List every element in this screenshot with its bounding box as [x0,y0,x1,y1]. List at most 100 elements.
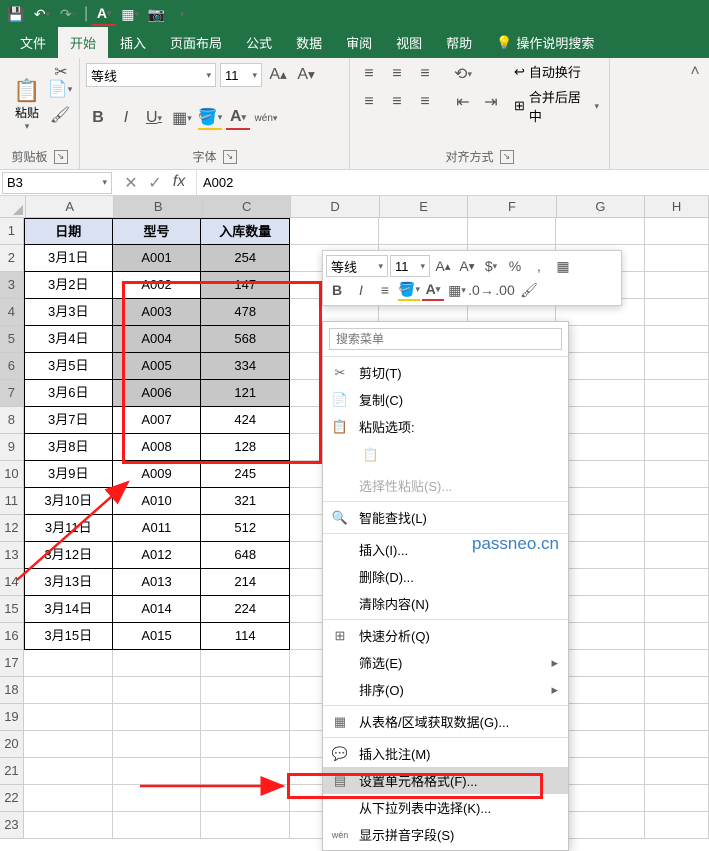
cell[interactable]: 147 [201,272,290,299]
menu-clear[interactable]: 清除内容(N) [323,590,568,617]
col-header[interactable]: E [380,196,468,218]
cell[interactable] [24,812,113,839]
row-header[interactable]: 1 [0,218,24,245]
cell[interactable] [556,785,645,812]
italic-button[interactable]: I [114,106,138,130]
mini-comma-icon[interactable]: , [528,255,550,277]
cell[interactable]: A006 [113,380,202,407]
fill-color-button[interactable]: 🪣▾ [198,106,222,130]
cell[interactable] [556,650,645,677]
row-header[interactable]: 14 [0,569,24,596]
cell[interactable] [556,758,645,785]
cell[interactable] [556,731,645,758]
row-header[interactable]: 12 [0,515,24,542]
cell[interactable] [645,812,709,839]
cell[interactable] [201,758,290,785]
cell[interactable] [645,731,709,758]
cell[interactable]: A003 [113,299,202,326]
cell[interactable]: 3月10日 [24,488,113,515]
cell[interactable]: 128 [201,434,290,461]
merge-center-button[interactable]: ⊞合并后居中▾ [510,85,603,127]
cell[interactable] [645,785,709,812]
decrease-font-icon[interactable]: A▾ [294,63,318,87]
col-header[interactable]: C [203,196,291,218]
cell[interactable] [24,650,113,677]
cell[interactable]: 121 [201,380,290,407]
cell[interactable]: 512 [201,515,290,542]
tab-help[interactable]: 帮助 [434,27,484,58]
cell[interactable] [556,812,645,839]
mini-bold-icon[interactable]: B [326,279,348,301]
cancel-icon[interactable]: ✕ [120,173,142,193]
row-header[interactable]: 17 [0,650,24,677]
cell[interactable]: 3月6日 [24,380,113,407]
cell[interactable]: 3月7日 [24,407,113,434]
row-header[interactable]: 3 [0,272,24,299]
alignment-dialog-launcher[interactable]: ↘ [500,150,514,164]
row-header[interactable]: 6 [0,353,24,380]
cell[interactable]: A001 [113,245,202,272]
align-middle-icon[interactable]: ≡ [384,62,410,86]
tab-formula[interactable]: 公式 [234,27,284,58]
cell[interactable] [556,623,645,650]
mini-format-table-icon[interactable]: ▦ [552,255,574,277]
cell[interactable] [113,758,202,785]
menu-smart-lookup[interactable]: 🔍智能查找(L) [323,504,568,531]
col-header[interactable]: A [26,196,114,218]
phonetic-guide-button[interactable]: wén▾ [254,106,278,130]
save-icon[interactable]: 💾 [4,2,28,26]
cell[interactable] [556,542,645,569]
menu-sort[interactable]: 排序(O)▸ [323,676,568,703]
cell[interactable] [24,677,113,704]
cell[interactable]: 334 [201,353,290,380]
cell[interactable] [113,704,202,731]
cell[interactable] [201,704,290,731]
cell[interactable]: 3月5日 [24,353,113,380]
mini-fill-icon[interactable]: 🪣▾ [398,279,420,301]
tab-review[interactable]: 审阅 [334,27,384,58]
cell[interactable] [556,596,645,623]
decrease-indent-icon[interactable]: ⇤ [450,90,476,114]
cell[interactable] [645,704,709,731]
tab-data[interactable]: 数据 [284,27,334,58]
cell[interactable] [556,434,645,461]
row-header[interactable]: 23 [0,812,24,839]
row-header[interactable]: 22 [0,785,24,812]
cell[interactable] [24,758,113,785]
table-header-cell[interactable]: 入库数量 [201,218,290,245]
mini-font-name[interactable]: 等线▾ [326,255,388,277]
name-box[interactable]: B3▾ [2,172,112,194]
cell[interactable]: A008 [113,434,202,461]
row-header[interactable]: 13 [0,542,24,569]
col-header[interactable]: B [114,196,202,218]
cell[interactable] [379,218,468,245]
cell[interactable]: 3月15日 [24,623,113,650]
cell[interactable] [113,785,202,812]
menu-show-phonetic[interactable]: wén显示拼音字段(S) [323,821,568,848]
font-color-button[interactable]: A▾ [226,106,250,130]
col-header[interactable]: H [645,196,709,218]
cell[interactable] [201,785,290,812]
increase-indent-icon[interactable]: ⇥ [478,90,504,114]
cell[interactable] [24,704,113,731]
cell[interactable]: 254 [201,245,290,272]
wrap-text-button[interactable]: ↩自动换行 [510,60,603,83]
row-header[interactable]: 5 [0,326,24,353]
cell[interactable] [645,245,709,272]
cell[interactable]: A005 [113,353,202,380]
cell[interactable]: 3月8日 [24,434,113,461]
mini-font-size[interactable]: 11▾ [390,255,430,277]
row-header[interactable]: 21 [0,758,24,785]
col-header[interactable]: G [557,196,645,218]
menu-search[interactable] [323,324,568,354]
mini-italic-icon[interactable]: I [350,279,372,301]
cell[interactable] [645,488,709,515]
tell-me[interactable]: 💡操作说明搜索 [484,27,606,58]
row-header[interactable]: 8 [0,407,24,434]
cell[interactable]: 3月12日 [24,542,113,569]
row-header[interactable]: 11 [0,488,24,515]
border-button[interactable]: ▦▾ [170,106,194,130]
tab-view[interactable]: 视图 [384,27,434,58]
copy-icon[interactable]: 📄▾ [48,77,72,101]
enter-icon[interactable]: ✓ [144,173,166,193]
